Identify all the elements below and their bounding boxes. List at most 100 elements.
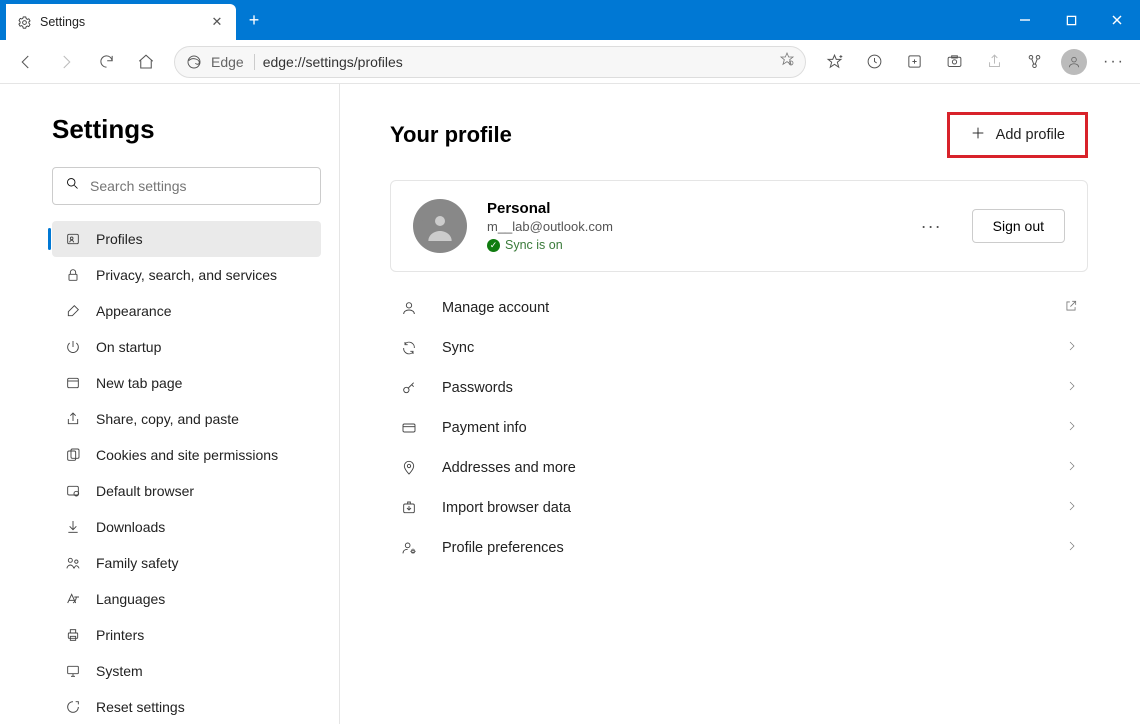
chevron-right-icon: [1066, 420, 1078, 436]
link-manage-account[interactable]: Manage account: [390, 288, 1088, 328]
profile-more-button[interactable]: ···: [911, 216, 952, 237]
chevron-right-icon: [1066, 500, 1078, 516]
brush-icon: [64, 302, 82, 320]
window-minimize-button[interactable]: [1002, 0, 1048, 40]
language-icon: [64, 590, 82, 608]
add-profile-button[interactable]: Add profile: [956, 117, 1079, 153]
sidebar-item-startup[interactable]: On startup: [52, 329, 321, 365]
nav-label: Printers: [96, 627, 144, 643]
new-tab-button[interactable]: +: [236, 0, 272, 40]
sync-text: Sync is on: [505, 238, 563, 252]
tab-icon: [64, 374, 82, 392]
link-preferences[interactable]: Profile preferences: [390, 528, 1088, 568]
nav-label: Share, copy, and paste: [96, 411, 239, 427]
link-sync[interactable]: Sync: [390, 328, 1088, 368]
extensions-button[interactable]: [1016, 44, 1052, 80]
nav-label: Languages: [96, 591, 165, 607]
back-button[interactable]: [8, 44, 44, 80]
window-maximize-button[interactable]: [1048, 0, 1094, 40]
screenshot-button[interactable]: [936, 44, 972, 80]
settings-sidebar: Settings Profiles Privacy, search, and s…: [0, 84, 340, 724]
menu-button[interactable]: ···: [1096, 44, 1132, 80]
nav-label: Profiles: [96, 231, 143, 247]
sidebar-heading: Settings: [52, 114, 321, 145]
share-button[interactable]: [976, 44, 1012, 80]
check-icon: ✓: [487, 239, 500, 252]
close-tab-icon[interactable]: ✕: [208, 14, 226, 30]
browser-toolbar: Edge edge://settings/profiles ···: [0, 40, 1140, 84]
address-bar[interactable]: Edge edge://settings/profiles: [174, 46, 806, 78]
link-import[interactable]: Import browser data: [390, 488, 1088, 528]
nav-label: Downloads: [96, 519, 165, 535]
sidebar-item-privacy[interactable]: Privacy, search, and services: [52, 257, 321, 293]
sidebar-item-profiles[interactable]: Profiles: [52, 221, 321, 257]
sidebar-item-reset[interactable]: Reset settings: [52, 689, 321, 724]
person-gear-icon: [400, 540, 418, 556]
location-icon: [400, 460, 418, 476]
settings-main: Your profile Add profile Personal m__lab…: [340, 84, 1140, 724]
link-addresses[interactable]: Addresses and more: [390, 448, 1088, 488]
nav-label: System: [96, 663, 143, 679]
system-icon: [64, 662, 82, 680]
sidebar-item-languages[interactable]: Languages: [52, 581, 321, 617]
key-icon: [400, 380, 418, 396]
forward-button[interactable]: [48, 44, 84, 80]
link-payment[interactable]: Payment info: [390, 408, 1088, 448]
home-button[interactable]: [128, 44, 164, 80]
sidebar-item-family[interactable]: Family safety: [52, 545, 321, 581]
family-icon: [64, 554, 82, 572]
sidebar-item-newtab[interactable]: New tab page: [52, 365, 321, 401]
item-label: Manage account: [442, 300, 549, 316]
gear-icon: [16, 14, 32, 30]
window-titlebar: Settings ✕ +: [0, 0, 1140, 40]
refresh-button[interactable]: [88, 44, 124, 80]
search-icon: [65, 176, 80, 196]
window-close-button[interactable]: [1094, 0, 1140, 40]
chevron-right-icon: [1066, 460, 1078, 476]
link-passwords[interactable]: Passwords: [390, 368, 1088, 408]
reading-mode-icon[interactable]: [779, 51, 795, 72]
sidebar-item-downloads[interactable]: Downloads: [52, 509, 321, 545]
item-label: Import browser data: [442, 500, 571, 516]
item-label: Profile preferences: [442, 540, 564, 556]
search-field[interactable]: [90, 178, 308, 194]
lock-icon: [64, 266, 82, 284]
sign-out-button[interactable]: Sign out: [972, 209, 1065, 243]
address-url: edge://settings/profiles: [263, 54, 771, 70]
share-icon: [64, 410, 82, 428]
edge-icon: [185, 53, 203, 71]
add-profile-label: Add profile: [996, 127, 1065, 143]
download-icon: [64, 518, 82, 536]
page-title: Your profile: [390, 122, 512, 148]
collections-button[interactable]: [896, 44, 932, 80]
cookie-icon: [64, 446, 82, 464]
search-settings-input[interactable]: [52, 167, 321, 205]
item-label: Sync: [442, 340, 474, 356]
sidebar-item-system[interactable]: System: [52, 653, 321, 689]
profile-avatar: [413, 199, 467, 253]
sidebar-item-printers[interactable]: Printers: [52, 617, 321, 653]
printer-icon: [64, 626, 82, 644]
plus-icon: [970, 125, 986, 145]
nav-label: Default browser: [96, 483, 194, 499]
favorites-button[interactable]: [816, 44, 852, 80]
nav-label: On startup: [96, 339, 161, 355]
person-icon: [400, 300, 418, 316]
history-button[interactable]: [856, 44, 892, 80]
sidebar-item-appearance[interactable]: Appearance: [52, 293, 321, 329]
nav-label: Family safety: [96, 555, 178, 571]
nav-label: Cookies and site permissions: [96, 447, 278, 463]
external-icon: [1064, 299, 1078, 317]
nav-label: New tab page: [96, 375, 182, 391]
browser-tab[interactable]: Settings ✕: [6, 4, 236, 40]
item-label: Passwords: [442, 380, 513, 396]
sidebar-item-default[interactable]: Default browser: [52, 473, 321, 509]
sidebar-item-cookies[interactable]: Cookies and site permissions: [52, 437, 321, 473]
tab-title: Settings: [40, 15, 200, 29]
item-label: Addresses and more: [442, 460, 576, 476]
profile-avatar-button[interactable]: [1056, 44, 1092, 80]
card-icon: [400, 420, 418, 436]
sidebar-item-share[interactable]: Share, copy, and paste: [52, 401, 321, 437]
chevron-right-icon: [1066, 540, 1078, 556]
profile-name: Personal: [487, 200, 891, 217]
